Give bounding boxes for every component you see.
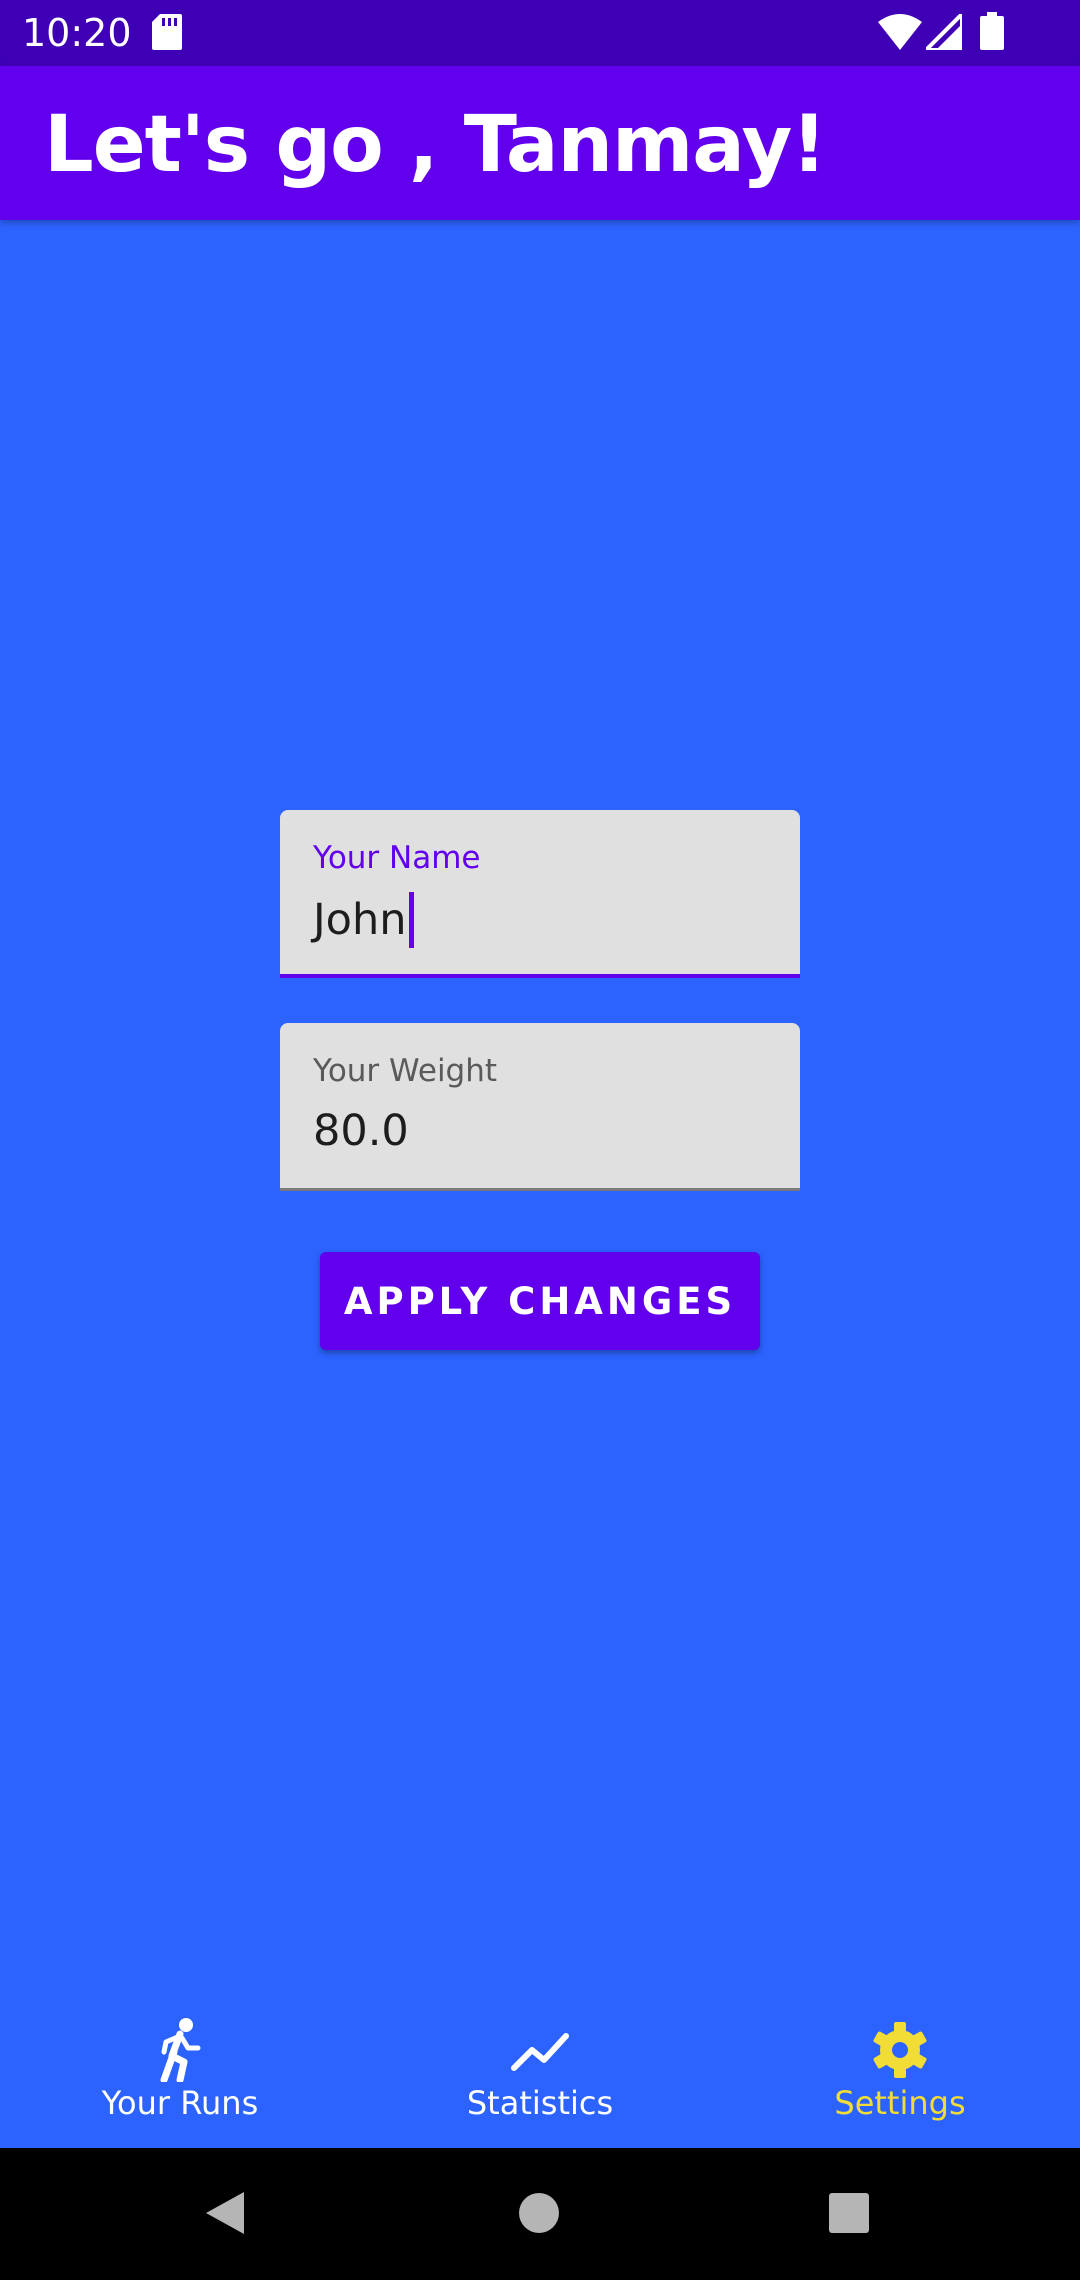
home-icon[interactable] (518, 2192, 560, 2239)
nav-item-your-runs[interactable]: Your Runs (0, 1994, 360, 2148)
name-field-label: Your Name (313, 840, 481, 876)
status-time: 10:20 (22, 11, 132, 55)
wifi-icon (878, 14, 922, 55)
system-navigation-bar (0, 2148, 1080, 2280)
name-field-value-wrap[interactable]: John (313, 892, 414, 948)
signal-icon (921, 9, 964, 55)
weight-field-value-wrap[interactable]: 80.0 (313, 1105, 409, 1157)
nav-label-statistics: Statistics (466, 2084, 614, 2122)
trending-up-icon (510, 2018, 570, 2082)
text-cursor (408, 892, 414, 948)
weight-input[interactable]: 80.0 (313, 1105, 409, 1157)
nav-item-settings[interactable]: Settings (720, 1994, 1080, 2148)
sd-card-icon (152, 14, 182, 55)
battery-icon (980, 12, 1004, 55)
nav-item-statistics[interactable]: Statistics (360, 1994, 720, 2148)
running-person-icon (152, 2018, 208, 2084)
back-icon[interactable] (204, 2190, 246, 2241)
status-bar: 10:20 (0, 0, 1080, 66)
weight-field-label: Your Weight (313, 1053, 498, 1089)
name-input[interactable]: John (313, 894, 407, 946)
weight-field[interactable]: Your Weight 80.0 (280, 1023, 800, 1191)
bottom-navigation: Your Runs Statistics Settings (0, 1994, 1080, 2148)
nav-label-settings: Settings (834, 2084, 966, 2122)
gear-icon (870, 2018, 930, 2082)
name-field[interactable]: Your Name John (280, 810, 800, 978)
apply-changes-button[interactable]: APPLY CHANGES (320, 1252, 760, 1350)
app-bar: Let's go , Tanmay! (0, 66, 1080, 220)
app-title: Let's go , Tanmay! (44, 100, 827, 190)
nav-label-your-runs: Your Runs (101, 2084, 259, 2122)
recents-icon[interactable] (828, 2193, 870, 2238)
